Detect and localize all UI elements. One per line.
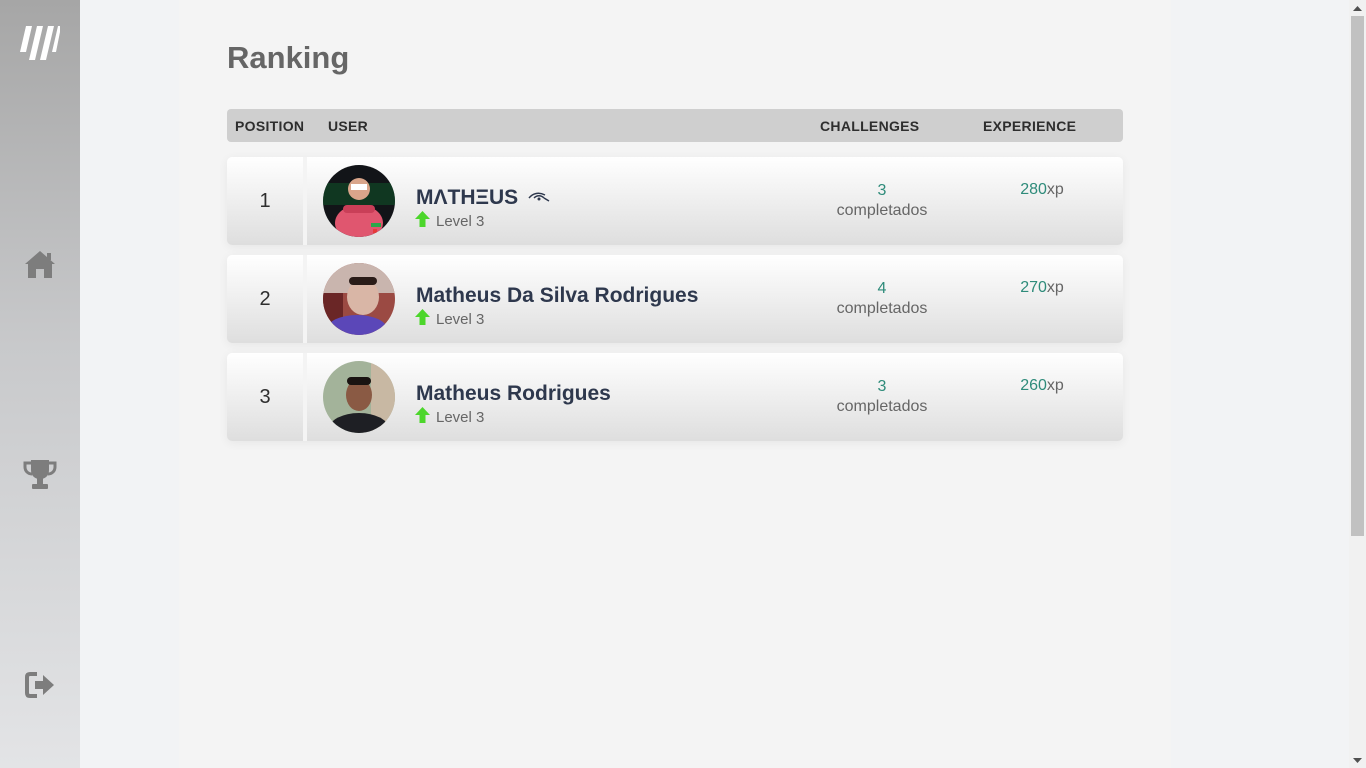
xp-unit: xp: [1046, 279, 1064, 296]
level-label: Level 3: [436, 310, 485, 328]
xp-unit: xp: [1046, 181, 1064, 198]
header-challenges: CHALLENGES: [820, 118, 920, 134]
home-icon: [24, 249, 56, 284]
level-up-arrow-icon: [415, 211, 430, 231]
nav-home-button[interactable]: [20, 246, 60, 286]
table-row: 1 MΛTHΞUS Level 3 3 completados 280xp: [227, 157, 1123, 245]
user-cell: Matheus Rodrigues Level 3 3 completados …: [307, 353, 1123, 441]
vertical-scrollbar[interactable]: [1349, 0, 1366, 768]
experience-value: 260xp: [977, 377, 1107, 395]
avatar: [323, 165, 395, 237]
level-label: Level 3: [436, 212, 485, 230]
user-level: Level 3: [415, 211, 484, 231]
xp-amount: 260: [1020, 377, 1047, 394]
rank-position: 2: [227, 255, 303, 343]
ranking-table-header: POSITION USER CHALLENGES EXPERIENCE: [227, 109, 1123, 142]
challenges-label: completados: [836, 202, 928, 219]
challenges-count: 3: [877, 378, 887, 395]
user-cell: MΛTHΞUS Level 3 3 completados 280xp: [307, 157, 1123, 245]
scroll-up-arrow-icon[interactable]: [1349, 0, 1366, 16]
experience-value: 280xp: [977, 181, 1107, 199]
challenges-label: completados: [836, 398, 928, 415]
logout-icon: [25, 671, 55, 703]
scroll-down-arrow-icon[interactable]: [1349, 752, 1366, 768]
rank-position: 1: [227, 157, 303, 245]
user-name: Matheus Da Silva Rodrigues: [416, 284, 699, 307]
level-up-arrow-icon: [415, 407, 430, 427]
main-content: Ranking POSITION USER CHALLENGES EXPERIE…: [179, 0, 1171, 768]
experience-value: 270xp: [977, 279, 1107, 297]
user-cell: Matheus Da Silva Rodrigues Level 3 4 com…: [307, 255, 1123, 343]
xp-amount: 270: [1020, 279, 1047, 296]
challenges-label: completados: [836, 300, 928, 317]
moveit-logo: [20, 22, 60, 62]
xp-unit: xp: [1046, 377, 1064, 394]
user-name: Matheus Rodrigues: [416, 382, 611, 405]
trophy-icon: [23, 458, 57, 495]
user-level: Level 3: [415, 309, 484, 329]
avatar: [323, 361, 395, 433]
table-row: 2 Matheus Da Silva Rodrigues Level 3 4 c…: [227, 255, 1123, 343]
table-row: 3 Matheus Rodrigues Level 3 3 completado…: [227, 353, 1123, 441]
challenges-completed: 3 completados: [812, 377, 952, 417]
nav-leaderboard-button[interactable]: [20, 456, 60, 496]
challenges-count: 4: [877, 280, 887, 297]
scroll-thumb[interactable]: [1351, 16, 1364, 536]
page-title: Ranking: [227, 40, 350, 75]
xp-amount: 280: [1020, 181, 1047, 198]
challenges-count: 3: [877, 182, 887, 199]
level-label: Level 3: [436, 408, 485, 426]
user-name: MΛTHΞUS: [416, 186, 550, 210]
sidebar: [0, 0, 80, 768]
header-experience: EXPERIENCE: [983, 118, 1077, 134]
nav-logout-button[interactable]: [20, 667, 60, 707]
eye-icon: [528, 186, 550, 210]
user-level: Level 3: [415, 407, 484, 427]
challenges-completed: 4 completados: [812, 279, 952, 319]
header-user: USER: [328, 118, 369, 134]
header-position: POSITION: [235, 118, 305, 134]
challenges-completed: 3 completados: [812, 181, 952, 221]
level-up-arrow-icon: [415, 309, 430, 329]
rank-position: 3: [227, 353, 303, 441]
avatar: [323, 263, 395, 335]
